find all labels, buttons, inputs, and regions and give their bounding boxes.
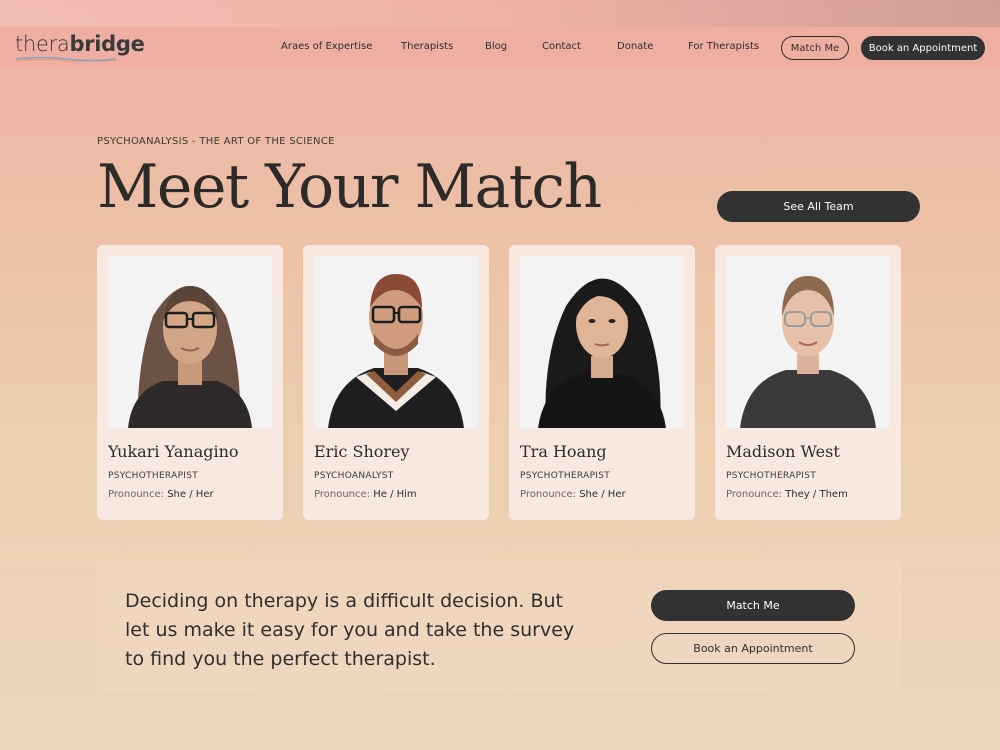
cta-match-me-button[interactable]: Match Me bbox=[651, 590, 855, 621]
pronoun-object: Them bbox=[819, 489, 848, 500]
pronoun-separator: / bbox=[812, 489, 817, 500]
nav-contact[interactable]: Contact bbox=[542, 41, 581, 52]
nav-blog[interactable]: Blog bbox=[485, 41, 507, 52]
cta-book-appointment-button[interactable]: Book an Appointment bbox=[651, 633, 855, 664]
nav-donate[interactable]: Donate bbox=[617, 41, 653, 52]
nav-for-therapists[interactable]: For Therapists bbox=[688, 41, 759, 52]
hero-eyebrow: PSYCHOANALYSIS - THE ART OF THE SCIENCE bbox=[97, 136, 335, 147]
therapist-role: PSYCHOTHERAPIST bbox=[520, 471, 611, 481]
pronoun-subject: He bbox=[373, 489, 387, 500]
pronoun-subject: She bbox=[579, 489, 599, 500]
nav-therapists[interactable]: Therapists bbox=[401, 41, 453, 52]
therapist-photo bbox=[520, 256, 684, 428]
therapist-name: Eric Shorey bbox=[314, 442, 410, 461]
therapist-pronouns: Pronounce: He / Him bbox=[314, 489, 417, 500]
pronoun-object: Him bbox=[396, 489, 417, 500]
logo-swoosh-icon bbox=[16, 56, 117, 62]
therabridge-logo[interactable]: therabridge bbox=[15, 32, 145, 56]
therapist-card[interactable]: Yukari Yanagino PSYCHOTHERAPIST Pronounc… bbox=[97, 245, 283, 520]
see-all-team-button[interactable]: See All Team bbox=[717, 191, 920, 222]
nav-match-me-button[interactable]: Match Me bbox=[781, 36, 849, 60]
therapist-pronouns: Pronounce: She / Her bbox=[108, 489, 214, 500]
pronoun-label: Pronounce: bbox=[108, 489, 165, 500]
logo-text-bold: bridge bbox=[69, 32, 145, 56]
therapist-role: PSYCHOTHERAPIST bbox=[726, 471, 817, 481]
top-navigation-bar bbox=[0, 0, 1000, 68]
therapist-name: Madison West bbox=[726, 442, 840, 461]
pronoun-label: Pronounce: bbox=[520, 489, 577, 500]
pronoun-label: Pronounce: bbox=[314, 489, 371, 500]
therapist-pronouns: Pronounce: She / Her bbox=[520, 489, 626, 500]
pronoun-label: Pronounce: bbox=[726, 489, 783, 500]
therapist-name: Yukari Yanagino bbox=[108, 442, 239, 461]
therapist-photo bbox=[108, 256, 272, 428]
logo-text-light: thera bbox=[15, 32, 70, 56]
therapist-role: PSYCHOTHERAPIST bbox=[108, 471, 199, 481]
pronoun-subject: She bbox=[167, 489, 187, 500]
pronoun-separator: / bbox=[189, 489, 193, 500]
therapist-photo bbox=[726, 256, 890, 428]
therapist-name: Tra Hoang bbox=[520, 442, 607, 461]
cta-panel: Deciding on therapy is a difficult decis… bbox=[97, 561, 902, 692]
pronoun-object: Her bbox=[607, 489, 626, 500]
therapist-pronouns: Pronounce: They / Them bbox=[726, 489, 848, 500]
therapist-role: PSYCHOANALYST bbox=[314, 471, 394, 481]
nav-book-appointment-button[interactable]: Book an Appointment bbox=[861, 36, 985, 60]
therapist-card[interactable]: Tra Hoang PSYCHOTHERAPIST Pronounce: She… bbox=[509, 245, 695, 520]
pronoun-subject: They bbox=[785, 489, 810, 500]
pronoun-separator: / bbox=[601, 489, 605, 500]
pronoun-separator: / bbox=[390, 489, 394, 500]
page-title: Meet Your Match bbox=[97, 152, 602, 222]
therapist-card[interactable]: Madison West PSYCHOTHERAPIST Pronounce: … bbox=[715, 245, 901, 520]
therapist-photo bbox=[314, 256, 478, 428]
cta-message: Deciding on therapy is a difficult decis… bbox=[125, 590, 575, 670]
nav-areas-of-expertise[interactable]: Araes of Expertise bbox=[281, 41, 372, 52]
therapist-card[interactable]: Eric Shorey PSYCHOANALYST Pronounce: He … bbox=[303, 245, 489, 520]
pronoun-object: Her bbox=[195, 489, 214, 500]
